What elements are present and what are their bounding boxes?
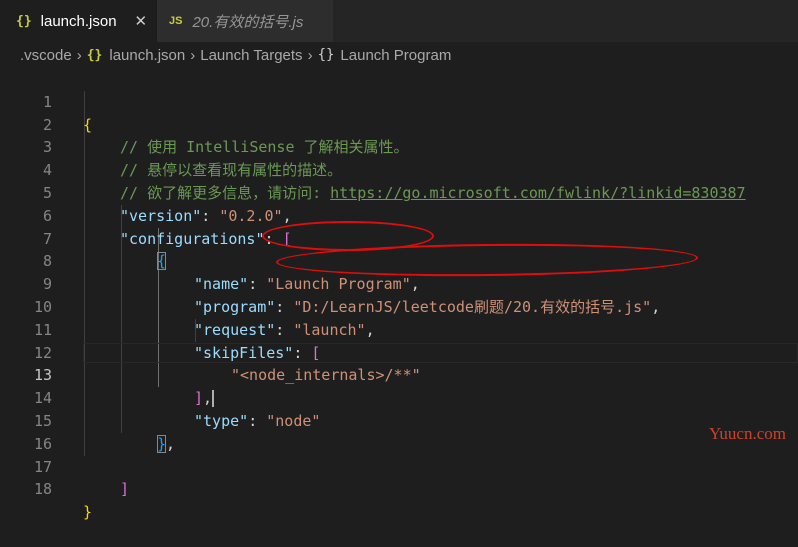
code-line: 2 // 使用 IntelliSense 了解相关属性。 (0, 91, 798, 157)
js-file-icon: JS (169, 15, 183, 27)
tab-label: 20.有效的括号.js (192, 13, 304, 31)
code-line: 17 ] (0, 433, 798, 499)
code-line: 14 "type": "node" (0, 364, 798, 430)
line-number: 18 (33, 480, 52, 499)
breadcrumb-folder[interactable]: .vscode (20, 47, 72, 64)
code-line: 5 "version": "0.2.0", (0, 159, 798, 225)
breadcrumb-symbol[interactable]: Launch Program (340, 47, 451, 64)
code-line: 6 "configurations": [ (0, 182, 798, 248)
code-line: 12 "<node_internals>/**" (0, 319, 798, 385)
code-line: 18 } (0, 456, 798, 521)
code-line: 11 "skipFiles": [ (0, 296, 798, 362)
tab-valid-parentheses-js[interactable]: JS 20.有效的括号.js (157, 0, 333, 42)
chevron-right-icon: › (76, 46, 82, 64)
code-line: 1 { (0, 68, 798, 134)
json-file-icon: {} (16, 13, 32, 29)
tab-label: launch.json (40, 12, 117, 30)
code-line: 13 ], (0, 342, 798, 408)
code-line: 3 // 悬停以查看现有属性的描述。 (0, 114, 798, 179)
breadcrumb: .vscode › {} launch.json › Launch Target… (0, 42, 798, 68)
chevron-right-icon: › (307, 46, 313, 64)
code-line: 15 }, (0, 387, 798, 453)
tab-launch-json[interactable]: {} launch.json ✕ (0, 0, 157, 42)
brace: } (83, 503, 93, 522)
json-file-icon: {} (86, 47, 103, 63)
watermark: Yuucn.com (709, 424, 786, 443)
code-line: 16 (0, 410, 798, 453)
code-line: 10 "request": "launch", (0, 273, 798, 339)
chevron-right-icon: › (190, 46, 196, 64)
code-editor[interactable]: 1 { 2 // 使用 IntelliSense 了解相关属性。 3 // 悬停… (0, 68, 798, 521)
code-line: 4 // 欲了解更多信息，请访问: https://go.microsoft.c… (0, 136, 798, 202)
close-icon[interactable]: ✕ (135, 12, 148, 30)
breadcrumb-section[interactable]: Launch Targets (200, 47, 302, 64)
object-symbol-icon: {} (317, 47, 335, 63)
bracket: ] (120, 480, 130, 499)
tab-bar: {} launch.json ✕ JS 20.有效的括号.js (0, 0, 798, 42)
breadcrumb-file[interactable]: launch.json (109, 47, 185, 64)
